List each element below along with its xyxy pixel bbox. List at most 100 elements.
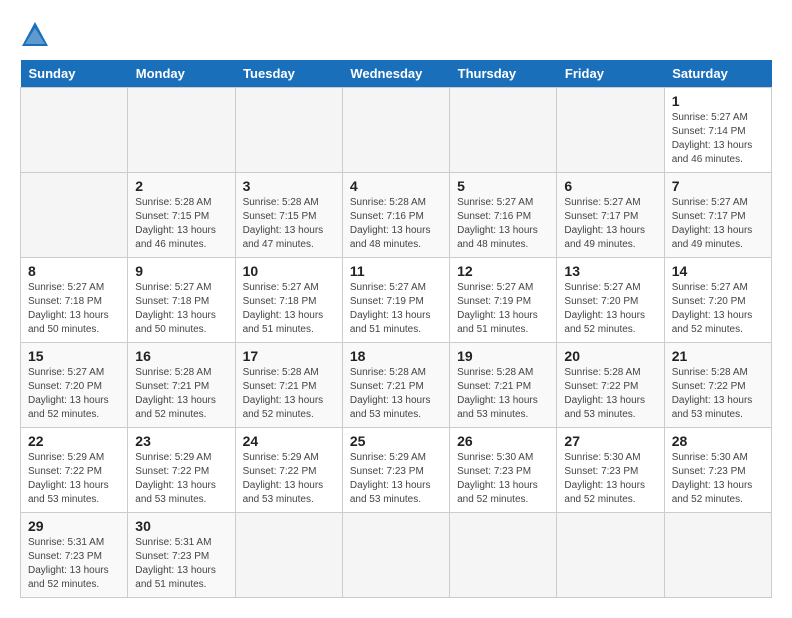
calendar-cell — [21, 88, 128, 173]
calendar-cell — [557, 513, 664, 598]
calendar-cell: 12 Sunrise: 5:27 AMSunset: 7:19 PMDaylig… — [450, 258, 557, 343]
day-header-thursday: Thursday — [450, 60, 557, 88]
calendar-cell — [664, 513, 771, 598]
day-info: Sunrise: 5:27 AMSunset: 7:18 PMDaylight:… — [243, 281, 335, 337]
calendar-cell: 1 Sunrise: 5:27 AMSunset: 7:14 PMDayligh… — [664, 88, 771, 173]
calendar-cell: 26 Sunrise: 5:30 AMSunset: 7:23 PMDaylig… — [450, 428, 557, 513]
day-header-wednesday: Wednesday — [342, 60, 449, 88]
day-info: Sunrise: 5:30 AMSunset: 7:23 PMDaylight:… — [457, 451, 549, 507]
day-number: 25 — [350, 433, 442, 449]
day-info: Sunrise: 5:28 AMSunset: 7:21 PMDaylight:… — [457, 366, 549, 422]
day-info: Sunrise: 5:27 AMSunset: 7:20 PMDaylight:… — [672, 281, 764, 337]
day-number: 21 — [672, 348, 764, 364]
calendar-cell: 23 Sunrise: 5:29 AMSunset: 7:22 PMDaylig… — [128, 428, 235, 513]
day-info: Sunrise: 5:27 AMSunset: 7:19 PMDaylight:… — [457, 281, 549, 337]
calendar-cell: 25 Sunrise: 5:29 AMSunset: 7:23 PMDaylig… — [342, 428, 449, 513]
page-header — [20, 20, 772, 50]
calendar-cell: 15 Sunrise: 5:27 AMSunset: 7:20 PMDaylig… — [21, 343, 128, 428]
day-info: Sunrise: 5:30 AMSunset: 7:23 PMDaylight:… — [564, 451, 656, 507]
day-info: Sunrise: 5:29 AMSunset: 7:22 PMDaylight:… — [135, 451, 227, 507]
calendar-cell: 24 Sunrise: 5:29 AMSunset: 7:22 PMDaylig… — [235, 428, 342, 513]
day-number: 12 — [457, 263, 549, 279]
calendar-row: 8 Sunrise: 5:27 AMSunset: 7:18 PMDayligh… — [21, 258, 772, 343]
day-number: 2 — [135, 178, 227, 194]
day-number: 3 — [243, 178, 335, 194]
calendar-cell: 11 Sunrise: 5:27 AMSunset: 7:19 PMDaylig… — [342, 258, 449, 343]
day-info: Sunrise: 5:28 AMSunset: 7:21 PMDaylight:… — [243, 366, 335, 422]
day-info: Sunrise: 5:27 AMSunset: 7:20 PMDaylight:… — [28, 366, 120, 422]
calendar-cell — [342, 88, 449, 173]
calendar-cell: 17 Sunrise: 5:28 AMSunset: 7:21 PMDaylig… — [235, 343, 342, 428]
calendar-cell: 29 Sunrise: 5:31 AMSunset: 7:23 PMDaylig… — [21, 513, 128, 598]
day-info: Sunrise: 5:30 AMSunset: 7:23 PMDaylight:… — [672, 451, 764, 507]
day-info: Sunrise: 5:27 AMSunset: 7:17 PMDaylight:… — [672, 196, 764, 252]
day-info: Sunrise: 5:27 AMSunset: 7:14 PMDaylight:… — [672, 111, 764, 167]
logo-icon — [20, 20, 50, 50]
day-number: 27 — [564, 433, 656, 449]
calendar-cell: 7 Sunrise: 5:27 AMSunset: 7:17 PMDayligh… — [664, 173, 771, 258]
calendar-row: 15 Sunrise: 5:27 AMSunset: 7:20 PMDaylig… — [21, 343, 772, 428]
day-number: 7 — [672, 178, 764, 194]
calendar-cell: 6 Sunrise: 5:27 AMSunset: 7:17 PMDayligh… — [557, 173, 664, 258]
day-number: 13 — [564, 263, 656, 279]
day-number: 6 — [564, 178, 656, 194]
calendar-cell: 16 Sunrise: 5:28 AMSunset: 7:21 PMDaylig… — [128, 343, 235, 428]
day-info: Sunrise: 5:28 AMSunset: 7:21 PMDaylight:… — [135, 366, 227, 422]
day-info: Sunrise: 5:27 AMSunset: 7:19 PMDaylight:… — [350, 281, 442, 337]
calendar-cell: 28 Sunrise: 5:30 AMSunset: 7:23 PMDaylig… — [664, 428, 771, 513]
day-number: 15 — [28, 348, 120, 364]
day-info: Sunrise: 5:28 AMSunset: 7:16 PMDaylight:… — [350, 196, 442, 252]
calendar-cell: 19 Sunrise: 5:28 AMSunset: 7:21 PMDaylig… — [450, 343, 557, 428]
day-info: Sunrise: 5:27 AMSunset: 7:20 PMDaylight:… — [564, 281, 656, 337]
day-info: Sunrise: 5:31 AMSunset: 7:23 PMDaylight:… — [135, 536, 227, 592]
calendar-cell — [21, 173, 128, 258]
calendar-cell: 22 Sunrise: 5:29 AMSunset: 7:22 PMDaylig… — [21, 428, 128, 513]
calendar-cell: 18 Sunrise: 5:28 AMSunset: 7:21 PMDaylig… — [342, 343, 449, 428]
day-info: Sunrise: 5:27 AMSunset: 7:18 PMDaylight:… — [135, 281, 227, 337]
day-number: 24 — [243, 433, 335, 449]
calendar-cell: 14 Sunrise: 5:27 AMSunset: 7:20 PMDaylig… — [664, 258, 771, 343]
calendar-row: 1 Sunrise: 5:27 AMSunset: 7:14 PMDayligh… — [21, 88, 772, 173]
day-number: 11 — [350, 263, 442, 279]
calendar-cell: 20 Sunrise: 5:28 AMSunset: 7:22 PMDaylig… — [557, 343, 664, 428]
calendar-cell — [557, 88, 664, 173]
day-number: 23 — [135, 433, 227, 449]
day-number: 8 — [28, 263, 120, 279]
day-info: Sunrise: 5:28 AMSunset: 7:22 PMDaylight:… — [564, 366, 656, 422]
calendar-cell: 30 Sunrise: 5:31 AMSunset: 7:23 PMDaylig… — [128, 513, 235, 598]
day-info: Sunrise: 5:27 AMSunset: 7:17 PMDaylight:… — [564, 196, 656, 252]
day-info: Sunrise: 5:28 AMSunset: 7:15 PMDaylight:… — [243, 196, 335, 252]
day-number: 9 — [135, 263, 227, 279]
calendar-cell: 8 Sunrise: 5:27 AMSunset: 7:18 PMDayligh… — [21, 258, 128, 343]
day-info: Sunrise: 5:31 AMSunset: 7:23 PMDaylight:… — [28, 536, 120, 592]
day-header-saturday: Saturday — [664, 60, 771, 88]
calendar-row: 2 Sunrise: 5:28 AMSunset: 7:15 PMDayligh… — [21, 173, 772, 258]
calendar-cell — [128, 88, 235, 173]
day-header-friday: Friday — [557, 60, 664, 88]
day-info: Sunrise: 5:27 AMSunset: 7:16 PMDaylight:… — [457, 196, 549, 252]
calendar-row: 29 Sunrise: 5:31 AMSunset: 7:23 PMDaylig… — [21, 513, 772, 598]
calendar-cell: 21 Sunrise: 5:28 AMSunset: 7:22 PMDaylig… — [664, 343, 771, 428]
day-number: 18 — [350, 348, 442, 364]
day-info: Sunrise: 5:28 AMSunset: 7:15 PMDaylight:… — [135, 196, 227, 252]
day-header-tuesday: Tuesday — [235, 60, 342, 88]
day-info: Sunrise: 5:28 AMSunset: 7:21 PMDaylight:… — [350, 366, 442, 422]
logo — [20, 20, 56, 50]
day-number: 30 — [135, 518, 227, 534]
calendar-cell — [450, 513, 557, 598]
calendar-cell — [342, 513, 449, 598]
day-number: 1 — [672, 93, 764, 109]
day-number: 28 — [672, 433, 764, 449]
day-number: 20 — [564, 348, 656, 364]
calendar-header-row: SundayMondayTuesdayWednesdayThursdayFrid… — [21, 60, 772, 88]
calendar-cell: 3 Sunrise: 5:28 AMSunset: 7:15 PMDayligh… — [235, 173, 342, 258]
day-number: 19 — [457, 348, 549, 364]
day-info: Sunrise: 5:27 AMSunset: 7:18 PMDaylight:… — [28, 281, 120, 337]
day-info: Sunrise: 5:29 AMSunset: 7:22 PMDaylight:… — [28, 451, 120, 507]
day-number: 16 — [135, 348, 227, 364]
day-header-monday: Monday — [128, 60, 235, 88]
day-number: 29 — [28, 518, 120, 534]
calendar-cell: 2 Sunrise: 5:28 AMSunset: 7:15 PMDayligh… — [128, 173, 235, 258]
calendar-table: SundayMondayTuesdayWednesdayThursdayFrid… — [20, 60, 772, 598]
day-number: 26 — [457, 433, 549, 449]
